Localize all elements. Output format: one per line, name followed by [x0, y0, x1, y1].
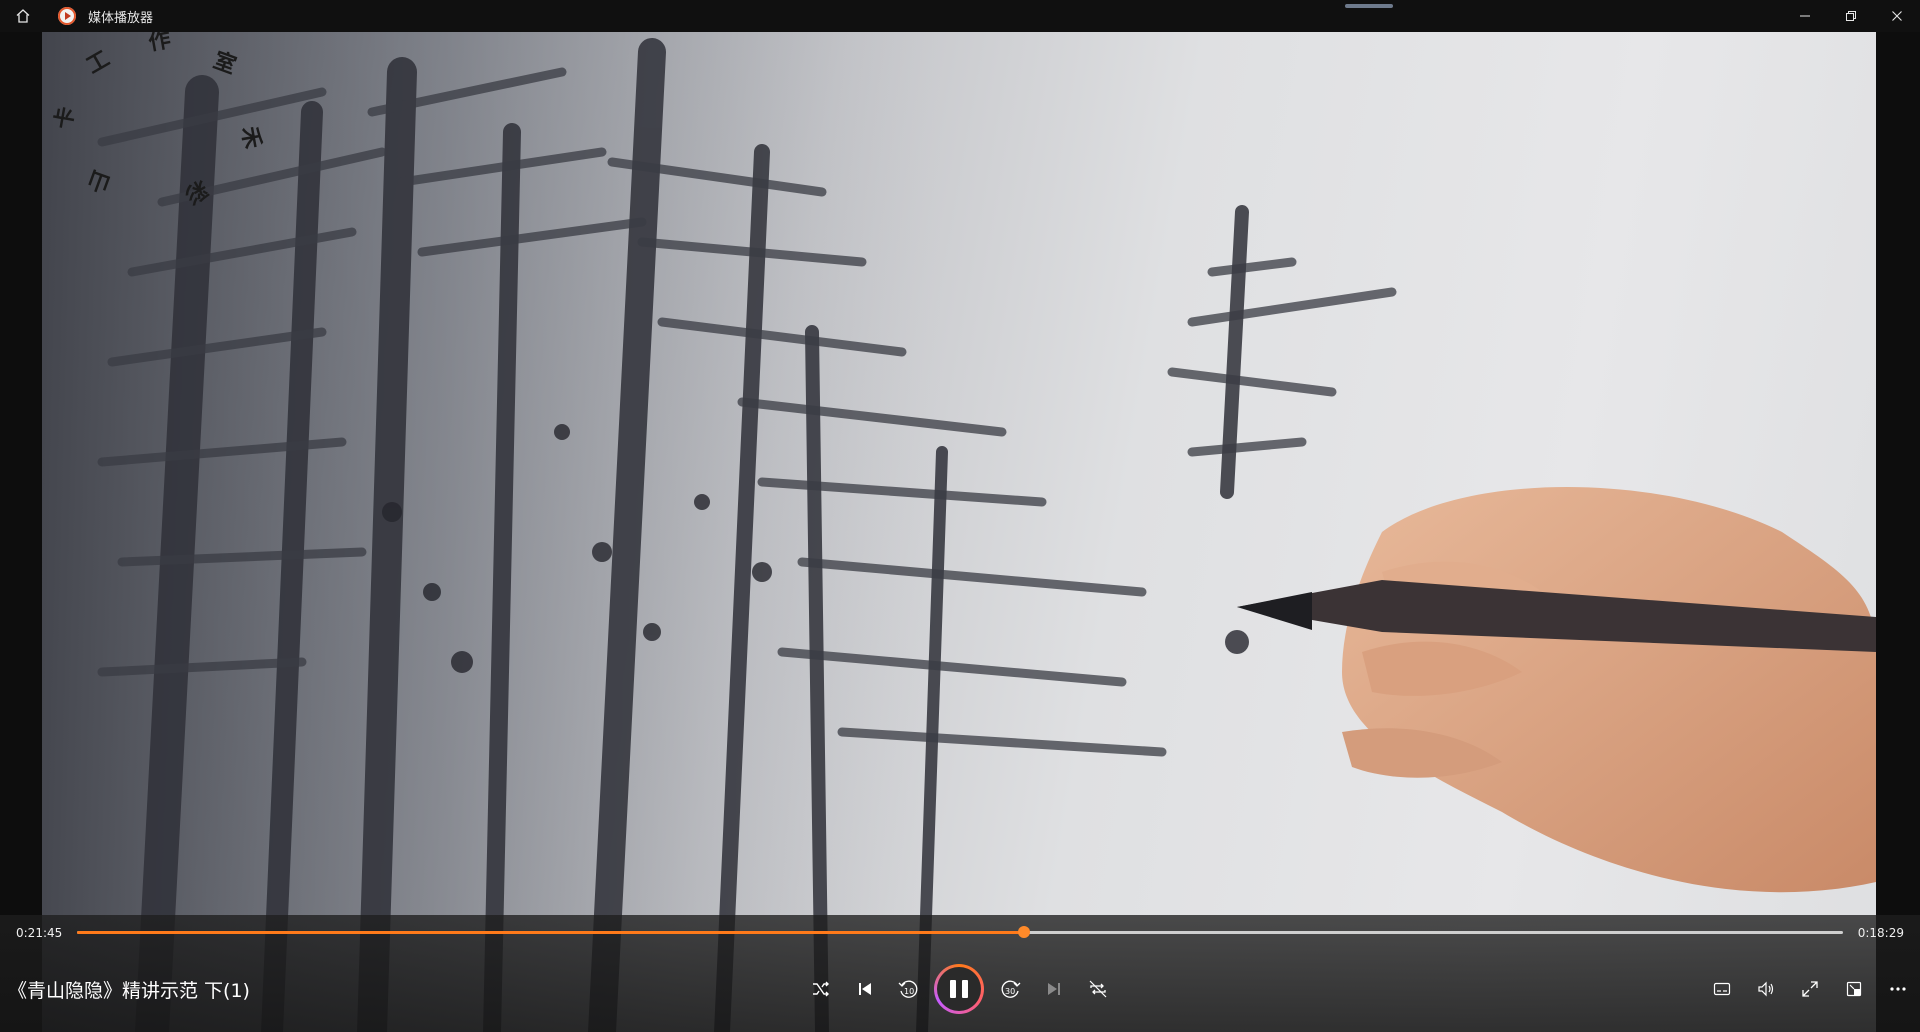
pause-button[interactable] — [934, 964, 984, 1014]
svg-text:卡: 卡 — [51, 105, 79, 131]
svg-text:室: 室 — [210, 47, 240, 79]
fullscreen-icon — [1802, 981, 1818, 997]
volume-button[interactable] — [1748, 971, 1784, 1007]
mini-player-icon — [1846, 981, 1862, 997]
close-button[interactable] — [1874, 0, 1920, 32]
next-button[interactable] — [1036, 971, 1072, 1007]
subtitles-button[interactable] — [1704, 971, 1740, 1007]
pause-icon — [937, 967, 981, 1011]
previous-button[interactable] — [847, 971, 883, 1007]
home-icon — [16, 9, 30, 23]
svg-text:10: 10 — [904, 987, 914, 996]
seek-bar[interactable] — [77, 926, 1843, 938]
window-controls — [1782, 0, 1920, 32]
fullscreen-button[interactable] — [1792, 971, 1828, 1007]
svg-text:禾: 禾 — [236, 125, 264, 151]
svg-text:山: 山 — [85, 165, 114, 196]
more-button[interactable] — [1880, 971, 1916, 1007]
more-icon — [1890, 987, 1906, 991]
ink-painting-scene — [42, 32, 1876, 1032]
repeat-icon — [1089, 980, 1107, 998]
skip-back-button[interactable]: 10 — [890, 971, 926, 1007]
restore-icon — [1846, 11, 1856, 21]
next-icon — [1048, 983, 1060, 995]
elapsed-time: 0:21:45 — [16, 926, 63, 940]
media-title: 《青山隐隐》精讲示范 下(1) — [8, 980, 250, 1002]
title-bar: 媒体播放器 — [0, 0, 1920, 32]
minimize-icon — [1800, 15, 1810, 17]
volume-icon — [1758, 981, 1774, 997]
video-frame[interactable]: 工 作 室 卡 禾 山 彩 — [42, 32, 1876, 1032]
app-logo-icon — [58, 7, 76, 25]
media-player-window: 媒体播放器 工 作 室 卡 禾 山 彩 0:21:45 0:18:29 《青山隐… — [0, 0, 1920, 1032]
remaining-time: 0:18:29 — [1857, 926, 1904, 940]
skip-forward-icon: 30 — [1001, 980, 1021, 998]
restore-button[interactable] — [1828, 0, 1874, 32]
mini-player-button[interactable] — [1836, 971, 1872, 1007]
shuffle-button[interactable] — [803, 971, 839, 1007]
app-title: 媒体播放器 — [88, 10, 154, 26]
seek-bar-thumb[interactable] — [1017, 926, 1030, 938]
subtitles-icon — [1713, 982, 1731, 996]
skip-back-icon: 10 — [898, 980, 918, 998]
drag-handle[interactable] — [1345, 4, 1393, 8]
skip-forward-button[interactable]: 30 — [993, 971, 1029, 1007]
home-button[interactable] — [0, 0, 46, 32]
shuffle-icon — [813, 981, 829, 997]
close-icon — [1892, 11, 1902, 21]
svg-text:30: 30 — [1005, 987, 1015, 996]
previous-icon — [859, 983, 871, 995]
watermark-logo: 工 作 室 卡 禾 山 彩 — [51, 32, 264, 207]
repeat-button[interactable] — [1080, 971, 1116, 1007]
svg-text:工: 工 — [83, 47, 115, 80]
svg-text:彩: 彩 — [180, 174, 212, 207]
seek-bar-progress — [77, 931, 1024, 934]
minimize-button[interactable] — [1782, 0, 1828, 32]
svg-text:作: 作 — [147, 32, 173, 56]
